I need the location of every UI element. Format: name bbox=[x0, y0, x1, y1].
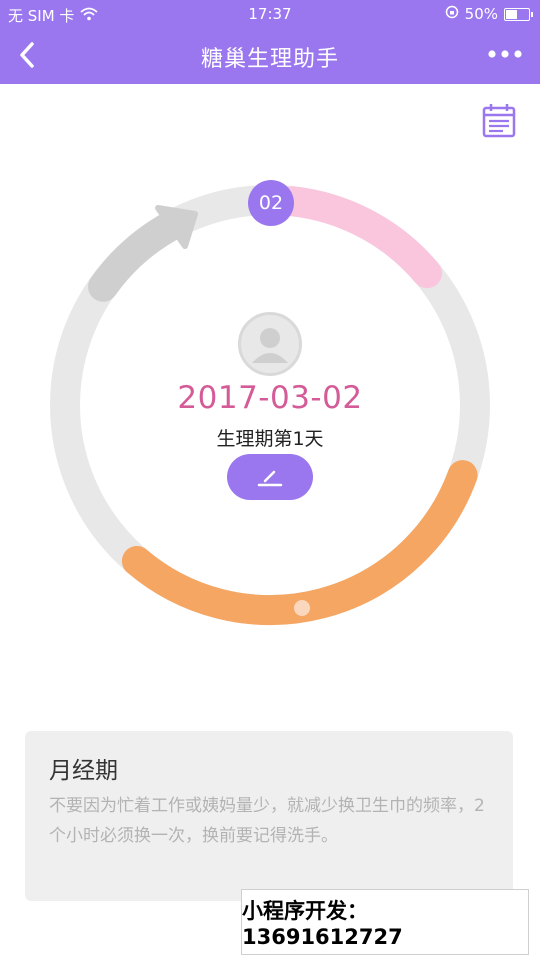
period-status: 生理期第1天 bbox=[216, 428, 324, 450]
cycle-day-badge[interactable]: 02 bbox=[248, 180, 294, 226]
today-marker-dot bbox=[294, 600, 310, 616]
status-right: 50% bbox=[445, 5, 533, 23]
orientation-lock-icon bbox=[445, 5, 459, 23]
edit-button[interactable] bbox=[227, 454, 313, 500]
tip-card: 月经期 不要因为忙着工作或姨妈量少，就减少换卫生巾的频率，2个小时必须换一次，换… bbox=[25, 731, 513, 901]
ring-segment-pink bbox=[277, 186, 442, 289]
page-title: 糖巢生理助手 bbox=[200, 47, 339, 72]
current-date: 2017-03-02 bbox=[177, 380, 363, 416]
tip-body: 不要因为忙着工作或姨妈量少，就减少换卫生巾的频率，2个小时必须换一次，换前要记得… bbox=[49, 796, 485, 846]
avatar[interactable] bbox=[238, 312, 302, 376]
calendar-icon[interactable] bbox=[478, 102, 518, 140]
status-bar: 无 SIM 卡 17:37 50% bbox=[0, 0, 540, 28]
more-dots-icon[interactable] bbox=[488, 44, 522, 64]
edit-pencil-icon bbox=[257, 470, 283, 487]
ring-segment-gray bbox=[88, 208, 190, 302]
tip-title: 月经期 bbox=[49, 758, 118, 784]
nav-bar: 糖巢生理助手 bbox=[0, 28, 540, 84]
battery-icon bbox=[504, 7, 533, 21]
promo-banner: 小程序开发：13691612727 bbox=[241, 889, 529, 955]
battery-percent: 50% bbox=[464, 5, 498, 23]
